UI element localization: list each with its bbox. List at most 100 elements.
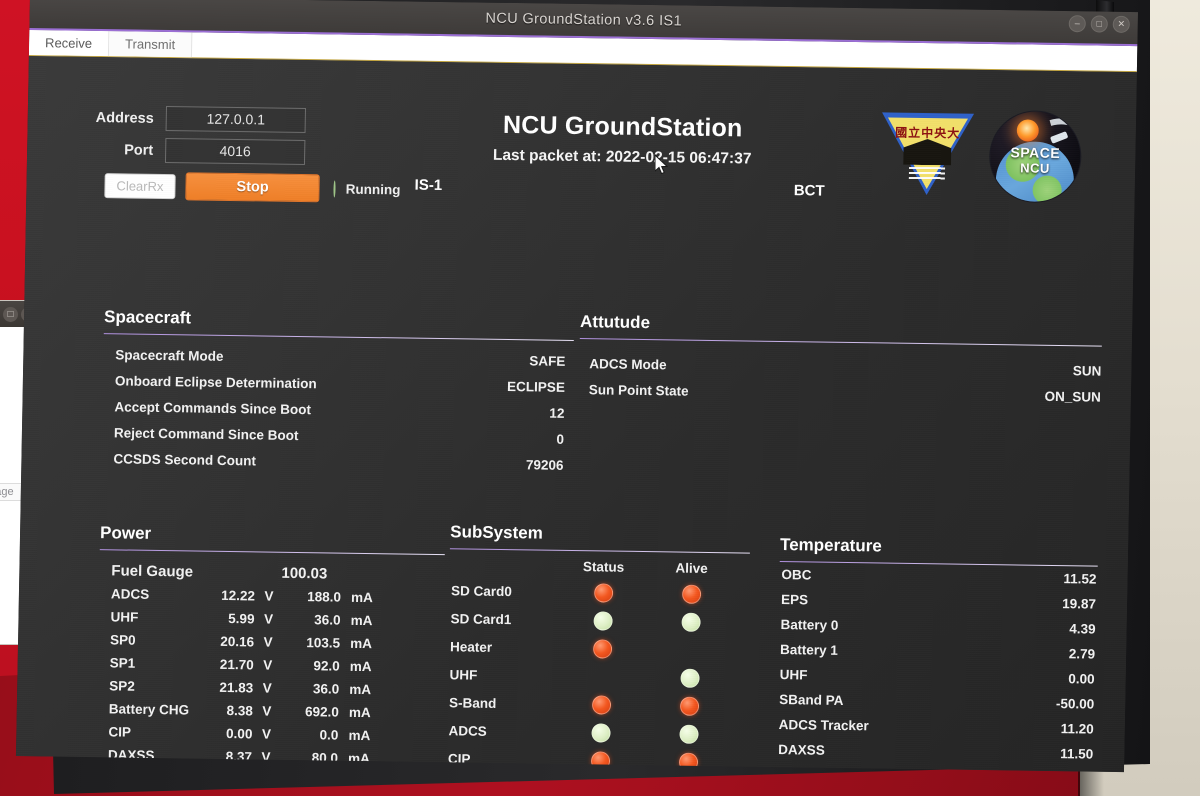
power-name-6: CIP (108, 724, 132, 740)
fuel-gauge-row: Fuel Gauge 100.03 (111, 562, 456, 584)
table-row: Accept Commands Since Boot 12 (114, 399, 564, 421)
running-label: Running (345, 181, 401, 197)
space-patch-line1: SPACE (1010, 144, 1061, 161)
temperature-section-rule (779, 561, 1098, 567)
spacecraft-label-1: Onboard Eclipse Determination (114, 373, 317, 392)
temperature-value-2: 4.39 (1069, 621, 1096, 637)
address-input[interactable]: 127.0.0.1 (165, 106, 307, 134)
table-row: DAXSS 8.37 V 80.0 mA (108, 747, 453, 767)
temperature-value-7: 11.50 (1060, 746, 1094, 762)
spacecraft-label-3: Reject Command Since Boot (113, 425, 299, 444)
table-row: CIP (448, 749, 738, 772)
temperature-value-0: 11.52 (1063, 571, 1097, 587)
alive-column-header: Alive (675, 560, 708, 576)
alive-led-icon (678, 752, 698, 772)
power-current-unit-4: mA (349, 681, 372, 698)
power-voltage-3: 21.70 (219, 656, 254, 673)
power-current-unit-1: mA (350, 612, 373, 629)
power-voltage-2: 20.16 (220, 633, 255, 650)
table-row: ADCS 12.22 V 188.0 mA (111, 586, 456, 606)
attitude-section-rule (579, 338, 1102, 347)
subsystem-section-rule (449, 548, 750, 554)
connection-controls: Address 127.0.0.1 Port 4016 ClearRx Stop… (78, 105, 401, 203)
table-row: Battery 1 2.79 (780, 642, 1095, 662)
power-current-unit-3: mA (349, 658, 372, 675)
table-row: DAXSS 11.50 (778, 742, 1093, 762)
subsystem-header-row: Status Alive (451, 557, 741, 576)
table-row: SBand PA -50.00 (779, 692, 1094, 712)
power-volt-unit-0: V (264, 588, 274, 604)
table-row: Onboard Eclipse Determination ECLIPSE (115, 373, 565, 395)
maximize-icon[interactable]: □ (1090, 15, 1108, 33)
power-volt-unit-1: V (263, 611, 274, 627)
table-row: OBC 11.52 (781, 567, 1096, 587)
satellite-id: IS-1 (414, 176, 443, 195)
table-row: Battery CHG 8.38 V 692.0 mA (109, 701, 454, 721)
connection-buttons: ClearRx Stop Running (104, 171, 401, 203)
tab-receive[interactable]: Receive (28, 30, 110, 57)
status-led-icon (590, 723, 611, 743)
minimize-icon[interactable]: – (1068, 15, 1086, 33)
tab-transmit[interactable]: Transmit (108, 31, 193, 58)
spacecraft-label-0: Spacecraft Mode (115, 347, 224, 364)
power-name-4: SP2 (109, 678, 135, 694)
temperature-label-7: DAXSS (778, 742, 825, 758)
status-led-icon (591, 695, 611, 715)
power-section-rule (99, 549, 445, 556)
spacecraft-value-1: ECLIPSE (507, 379, 566, 395)
receive-panel: Address 127.0.0.1 Port 4016 ClearRx Stop… (15, 56, 1137, 773)
power-volt-unit-4: V (262, 680, 272, 696)
stop-button[interactable]: Stop (185, 172, 320, 203)
power-voltage-4: 21.83 (219, 679, 254, 696)
table-row: Spacecraft Mode SAFE (115, 347, 565, 369)
attitude-section-title: Attutude (579, 312, 651, 333)
table-row: SP2 21.83 V 36.0 mA (109, 678, 454, 698)
table-row: CCSDS Second Count 79206 (113, 451, 563, 473)
table-row: UHF 5.99 V 36.0 mA (110, 609, 455, 629)
close-icon[interactable]: ✕ (1112, 15, 1130, 33)
power-voltage-5: 8.38 (226, 703, 253, 719)
power-name-2: SP0 (109, 632, 136, 648)
table-row: SP0 20.16 V 103.5 mA (110, 632, 455, 652)
subsystem-name-3: UHF (449, 667, 478, 683)
alive-led-icon (680, 641, 699, 660)
header-ids: IS-1 BCT (406, 177, 836, 200)
temperature-label-6: ADCS Tracker (778, 717, 869, 734)
temperature-value-3: 2.79 (1068, 646, 1096, 662)
spacecraft-label-4: CCSDS Second Count (113, 451, 257, 469)
alive-led-icon (678, 724, 699, 744)
port-row: Port 4016 (79, 137, 379, 166)
table-row: SP1 21.70 V 92.0 mA (110, 655, 455, 675)
clear-rx-button[interactable]: ClearRx (104, 172, 176, 199)
temperature-label-2: Battery 0 (780, 617, 839, 633)
subsystem-name-0: SD Card0 (450, 583, 513, 600)
window-controls: – □ ✕ (1068, 15, 1130, 33)
attitude-label-0: ADCS Mode (589, 356, 667, 373)
power-current-unit-5: mA (348, 704, 371, 721)
power-current-0: 188.0 (307, 589, 342, 605)
power-current-1: 36.0 (314, 612, 341, 628)
address-row: Address 127.0.0.1 (80, 105, 380, 134)
fuel-gauge-value: 100.03 (281, 564, 328, 583)
table-row: ADCS Mode SUN (589, 356, 1101, 378)
status-column-header: Status (582, 559, 625, 575)
maximize-icon[interactable]: □ (3, 306, 18, 322)
spacecraft-section-rule (103, 333, 574, 341)
subsystem-name-2: Heater (449, 639, 493, 655)
logo-group: 國立中央大學 SPACE NCU (878, 108, 1083, 204)
groundstation-window: NCU GroundStation v3.6 IS1 – □ ✕ Receive… (15, 0, 1139, 773)
table-row: ADCS (448, 721, 738, 744)
mouse-cursor-icon (655, 155, 669, 175)
power-name-7: DAXSS (107, 747, 155, 764)
subsystem-section-title: SubSystem (450, 522, 543, 543)
alive-led-icon (679, 696, 699, 716)
port-input[interactable]: 4016 (164, 138, 306, 166)
spacecraft-list: Spacecraft Mode SAFE Onboard Eclipse Det… (113, 347, 565, 484)
fuel-gauge-label: Fuel Gauge (111, 562, 194, 581)
status-led-icon (592, 639, 612, 659)
page-title: NCU GroundStation (502, 110, 743, 143)
temperature-label-4: UHF (779, 667, 808, 683)
table-row: Heater (450, 637, 740, 660)
subsystem-name-6: CIP (447, 751, 471, 767)
temperature-label-3: Battery 1 (779, 642, 839, 658)
